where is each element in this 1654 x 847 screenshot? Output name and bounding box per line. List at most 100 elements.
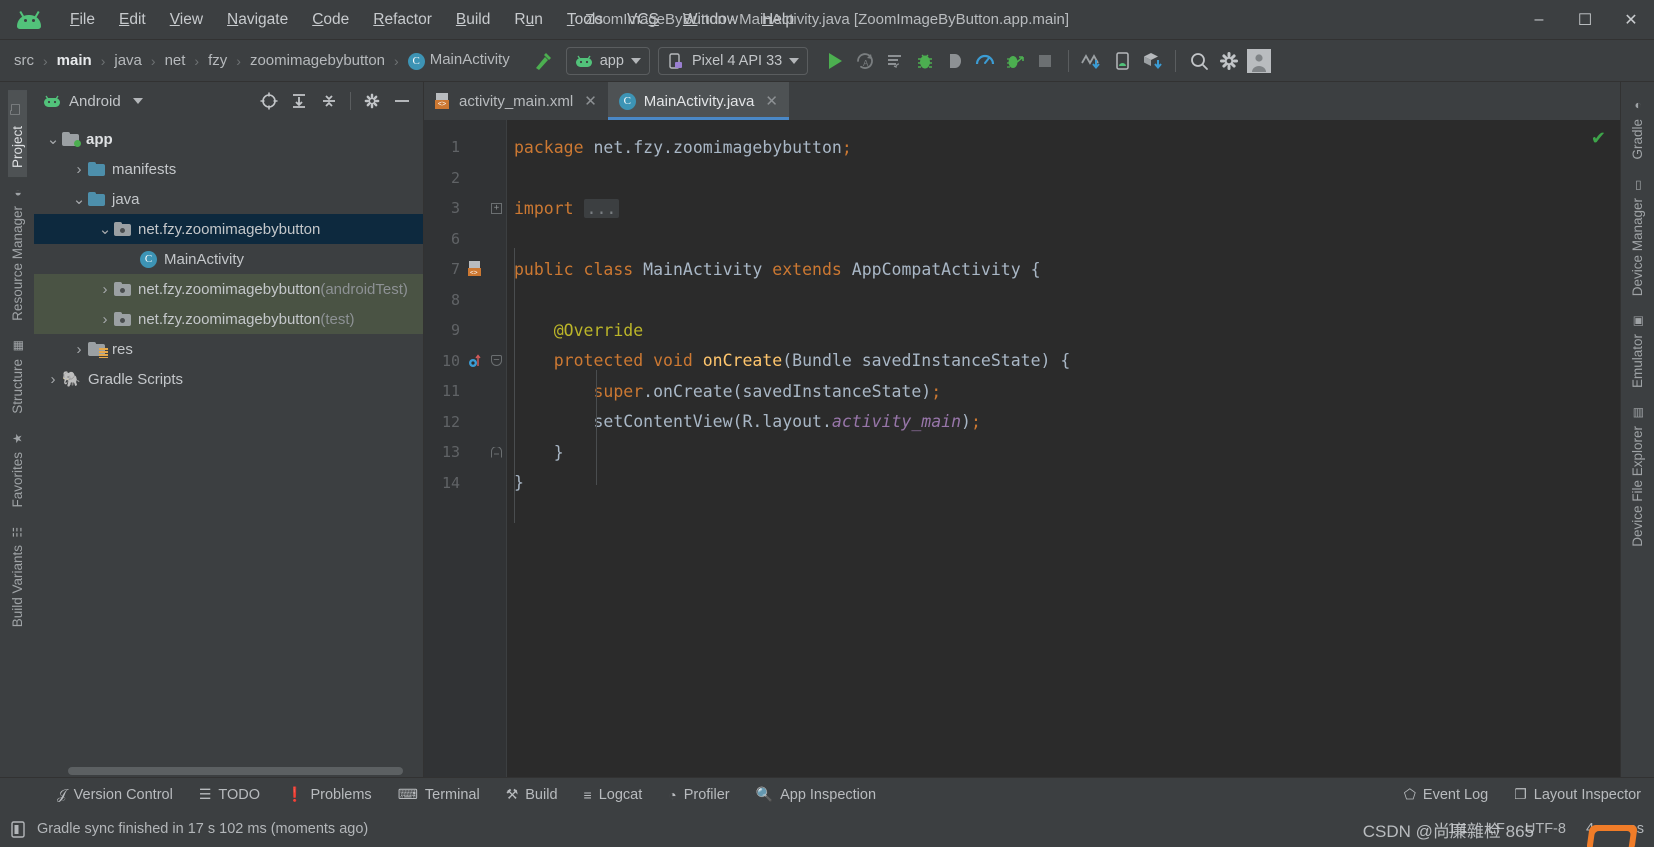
menu-code[interactable]: Code <box>300 7 361 33</box>
code-line-10[interactable]: protected void onCreate (Bundle savedInst… <box>506 346 1620 377</box>
editor-gutter[interactable]: 1 2 3 +6 7 <> 8 9 10–11 12 13 14 <box>424 120 506 777</box>
toolwindow-structure[interactable]: Structure ▦ <box>8 330 27 423</box>
bottom-tab-version-control[interactable]: 𝒥 Version Control <box>44 786 186 803</box>
toolwindow-project[interactable]: Project 🗀 <box>7 90 27 178</box>
project-view-selector[interactable]: Android <box>42 93 143 110</box>
bottom-tab-app-inspection[interactable]: 🔍 App Inspection <box>743 786 889 803</box>
gutter-line-11[interactable]: 11 <box>424 376 506 407</box>
fold-expand-icon[interactable]: + <box>491 202 502 214</box>
code-line-13[interactable]: } <box>506 437 1620 468</box>
collapse-all-icon[interactable] <box>316 88 342 114</box>
code-line-7[interactable]: public class MainActivity extends AppCom… <box>506 254 1620 285</box>
profiler-icon[interactable] <box>970 46 1000 76</box>
bottom-tab-problems[interactable]: ❗ Problems <box>273 786 385 803</box>
gutter-line-8[interactable]: 8 <box>424 285 506 316</box>
breadcrumb-item-mainactivity[interactable]: C MainActivity <box>404 51 514 70</box>
menu-navigate[interactable]: Navigate <box>215 7 300 33</box>
gutter-line-6[interactable]: 6 <box>424 224 506 255</box>
search-icon[interactable] <box>1184 46 1214 76</box>
make-project-icon[interactable] <box>528 46 558 76</box>
menu-refactor[interactable]: Refactor <box>361 7 444 33</box>
device-selector[interactable]: Pixel 4 API 33 <box>657 46 809 75</box>
bottom-tab-terminal[interactable]: ⌨ Terminal <box>385 786 493 803</box>
bottom-tab-todo[interactable]: ☰ TODO <box>186 786 273 803</box>
close-button[interactable]: ✕ <box>1608 0 1654 40</box>
close-icon[interactable]: ✕ <box>584 92 597 110</box>
close-icon[interactable]: ✕ <box>765 92 778 110</box>
toolwindow-device-file-explorer[interactable]: Device File Explorer ▤ <box>1628 397 1647 556</box>
gutter-line-13[interactable]: 13 <box>424 437 506 468</box>
attach-debugger-icon[interactable] <box>940 46 970 76</box>
tree-node-mainactivity[interactable]: › CMainActivity <box>34 244 423 274</box>
menu-run[interactable]: Run <box>502 7 554 33</box>
menu-help[interactable]: Help <box>750 7 806 33</box>
chevron-right-icon[interactable]: › <box>70 161 88 178</box>
chevron-right-icon[interactable]: › <box>70 341 88 358</box>
gutter-line-14[interactable]: 14 <box>424 468 506 499</box>
editor-code[interactable]: package net.fzy.zoomimagebybutton; import… <box>506 120 1620 777</box>
code-line-9[interactable]: @Override <box>506 315 1620 346</box>
toolwindow-device-manager[interactable]: Device Manager ▭ <box>1628 169 1647 305</box>
hide-icon[interactable] <box>389 88 415 114</box>
breadcrumb-item-java[interactable]: java <box>110 52 146 69</box>
stop-icon[interactable] <box>1030 46 1060 76</box>
caret-position[interactable]: 1:1 <box>1448 821 1468 837</box>
tree-node-app[interactable]: ⌄ app <box>34 124 423 154</box>
chevron-down-icon[interactable]: ⌄ <box>44 130 62 148</box>
project-horizontal-scrollbar[interactable] <box>34 765 423 777</box>
tree-node-manifests[interactable]: › manifests <box>34 154 423 184</box>
apply-changes-icon[interactable] <box>880 46 910 76</box>
tree-node-net-fzy-zoomimagebybutton[interactable]: › net.fzy.zoomimagebybutton (test) <box>34 304 423 334</box>
project-tree[interactable]: ⌄ app › manifests ⌄ java ⌄ net.fzy.zoomimag… <box>34 120 423 765</box>
sync-gradle-icon[interactable] <box>1077 46 1107 76</box>
module-selector[interactable]: app <box>565 46 650 75</box>
code-line-2[interactable] <box>506 163 1620 194</box>
gutter-line-1[interactable]: 1 <box>424 132 506 163</box>
bottom-tab-layout-inspector[interactable]: ❐ Layout Inspector <box>1501 786 1654 803</box>
menu-tools[interactable]: Tools <box>555 7 615 33</box>
code-editor[interactable]: 1 2 3 +6 7 <> 8 9 10–11 12 13 14 package net.fzy.zo… <box>424 120 1620 777</box>
chevron-down-icon[interactable]: ⌄ <box>96 220 114 238</box>
gutter-line-3[interactable]: 3 + <box>424 193 506 224</box>
editor-tab-activity-main-xml[interactable]: <> activity_main.xml ✕ <box>424 82 608 120</box>
debug-icon[interactable] <box>910 46 940 76</box>
menu-build[interactable]: Build <box>444 7 502 33</box>
sdk-manager-icon[interactable] <box>1137 46 1167 76</box>
avatar-icon[interactable] <box>1244 46 1274 76</box>
minimize-button[interactable]: – <box>1516 0 1562 40</box>
expand-all-icon[interactable] <box>286 88 312 114</box>
menu-file[interactable]: File <box>58 7 107 33</box>
breadcrumb-item-fzy[interactable]: fzy <box>204 52 231 69</box>
toolwindow-emulator[interactable]: Emulator ▣ <box>1628 305 1647 397</box>
menu-window[interactable]: Window <box>671 7 750 33</box>
code-line-8[interactable] <box>506 285 1620 316</box>
tree-node-res[interactable]: › res <box>34 334 423 364</box>
encoding[interactable]: UTF-8 <box>1525 821 1566 837</box>
code-line-14[interactable]: } <box>506 468 1620 499</box>
chevron-right-icon[interactable]: › <box>96 281 114 298</box>
select-opened-file-icon[interactable] <box>256 88 282 114</box>
gutter-line-7[interactable]: 7 <> <box>424 254 506 285</box>
tree-node-gradle-scripts[interactable]: › 🐘 Gradle Scripts <box>34 364 423 394</box>
toolwindow-gradle[interactable]: Gradle ◓ <box>1628 90 1647 169</box>
gutter-line-2[interactable]: 2 <box>424 163 506 194</box>
debug-attach-process-icon[interactable] <box>1000 46 1030 76</box>
toolwindow-favorites[interactable]: Favorites ★ <box>8 423 27 517</box>
fold-end-icon[interactable] <box>491 446 502 458</box>
inspection-status-icon[interactable]: ✔ <box>1591 128 1606 149</box>
code-line-3[interactable]: import ... <box>506 193 1620 224</box>
editor-tab-mainactivity-java[interactable]: C MainActivity.java ✕ <box>607 82 790 120</box>
tree-node-net-fzy-zoomimagebybutton[interactable]: ⌄ net.fzy.zoomimagebybutton <box>34 214 423 244</box>
folded-imports[interactable]: ... <box>583 198 620 218</box>
bottom-tab-profiler[interactable]: ◔ Profiler <box>655 787 742 803</box>
breadcrumb-item-src[interactable]: src <box>10 52 38 69</box>
rerun-coverage-icon[interactable]: A <box>850 46 880 76</box>
gutter-line-12[interactable]: 12 <box>424 407 506 438</box>
bottom-tab-build[interactable]: ⚒ Build <box>493 786 571 803</box>
line-separator[interactable]: LF <box>1488 821 1505 837</box>
gutter-line-9[interactable]: 9 <box>424 315 506 346</box>
breadcrumb-item-net[interactable]: net <box>161 52 190 69</box>
tree-node-java[interactable]: ⌄ java <box>34 184 423 214</box>
gear-icon[interactable] <box>359 88 385 114</box>
code-line-1[interactable]: package net.fzy.zoomimagebybutton; <box>506 132 1620 163</box>
